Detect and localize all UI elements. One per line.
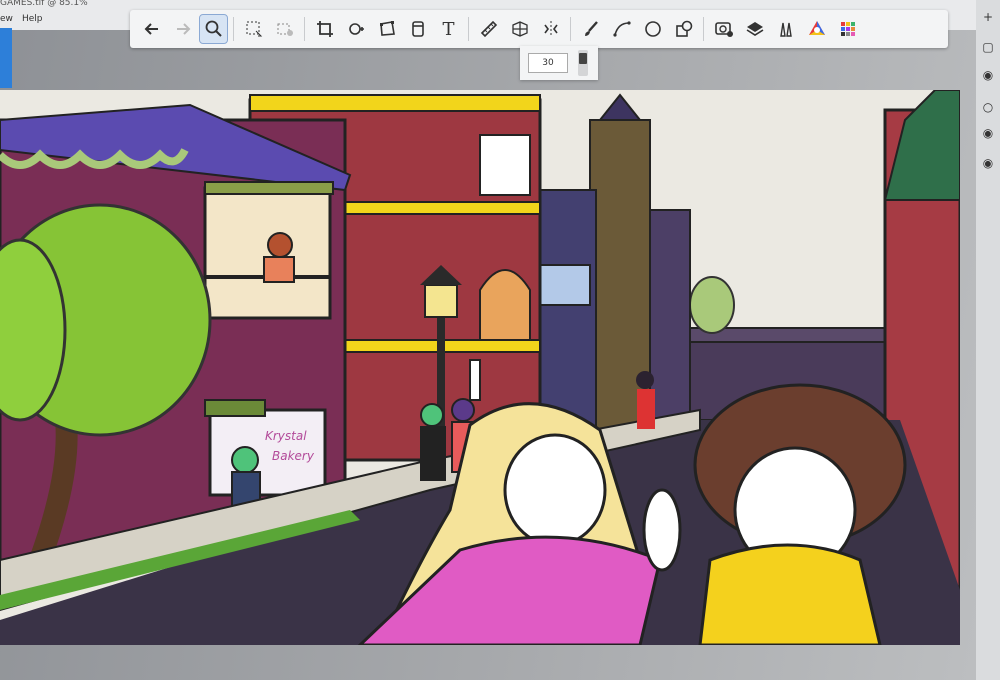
blue-building [533,189,597,441]
toolbar-separator [233,17,234,41]
crop-icon[interactable] [311,15,338,43]
image-import-icon[interactable] [710,15,737,43]
brush-size-slider[interactable] [578,50,588,76]
illustration: Krystal Bakery [0,90,960,645]
brush-size-field[interactable]: 30 [528,53,568,73]
background-tree [689,276,735,334]
bakery-awning [204,399,266,417]
shapes-icon[interactable] [670,15,697,43]
redo-icon[interactable] [169,15,196,43]
monitor-screen: GAMES.tif @ 85.1% ew Help Krystal Bakery… [0,0,1000,680]
balcony-character [267,232,293,258]
visibility-icon[interactable]: ◉ [981,68,995,82]
lasso-icon[interactable] [342,15,369,43]
bakery-character-hair [231,446,259,474]
add-icon[interactable]: + [981,10,995,24]
toolbar-separator [570,17,571,41]
blue-building-window [539,264,591,306]
select-rect-icon[interactable] [240,15,267,43]
waving-character [420,426,446,481]
color-wheel-icon[interactable] [803,15,830,43]
drawing-canvas[interactable]: Krystal Bakery [0,90,960,645]
barber-pole [469,359,481,401]
upper-window [479,134,531,196]
visibility-icon[interactable]: ◉ [981,156,995,170]
menu-help[interactable]: Help [22,14,43,24]
balcony-character-body [263,256,295,283]
curve-icon[interactable] [608,15,635,43]
roof-trim [249,94,541,112]
fill-icon[interactable] [404,15,431,43]
transform-icon[interactable] [373,15,400,43]
toolbar-separator [468,17,469,41]
right-panel-edge: + ▢ ◉ ○ ◉ ◉ [976,0,1000,680]
purple-hair-character-head [451,398,475,422]
arched-doorway [479,269,531,341]
balcony-awning [204,181,334,195]
ellipse-icon[interactable] [639,15,666,43]
brushes-icon[interactable] [772,15,799,43]
zoom-icon[interactable] [199,14,228,44]
circle-icon[interactable]: ○ [981,100,995,114]
perspective-icon[interactable] [506,15,533,43]
undo-icon[interactable] [138,15,165,43]
toolbar-separator [304,17,305,41]
text-tool-glyph: T [442,18,455,40]
toolbar: T [130,10,948,48]
bakery-sign-line1: Krystal [265,429,307,443]
window-title: GAMES.tif @ 85.1% [0,0,88,8]
distant-character-head [636,371,654,389]
visibility-icon[interactable]: ◉ [981,126,995,140]
blonde-character-face [503,433,607,547]
brush-icon[interactable] [577,15,604,43]
ruler-icon[interactable] [475,15,502,43]
menu-view[interactable]: ew [0,14,13,24]
brush-size-bar: 30 [520,46,598,80]
bakery-sign-line2: Bakery [272,449,315,463]
balcony-trim [339,201,541,215]
panel-icon[interactable]: ▢ [981,40,995,54]
brush-size-slider-thumb[interactable] [579,53,587,64]
left-panel-edge [0,28,12,88]
layers-icon[interactable] [741,15,768,43]
toolbar-separator [703,17,704,41]
swatches-icon[interactable] [834,15,861,43]
brown-character-shirt [698,543,882,645]
clear-selection-icon[interactable] [271,15,298,43]
blonde-character-hand [642,488,682,572]
symmetry-icon[interactable] [537,15,564,43]
lamp-light [424,284,458,318]
distant-character [637,389,655,429]
balcony-window [203,186,332,320]
text-icon[interactable]: T [435,15,462,43]
waving-character-head [420,403,444,427]
